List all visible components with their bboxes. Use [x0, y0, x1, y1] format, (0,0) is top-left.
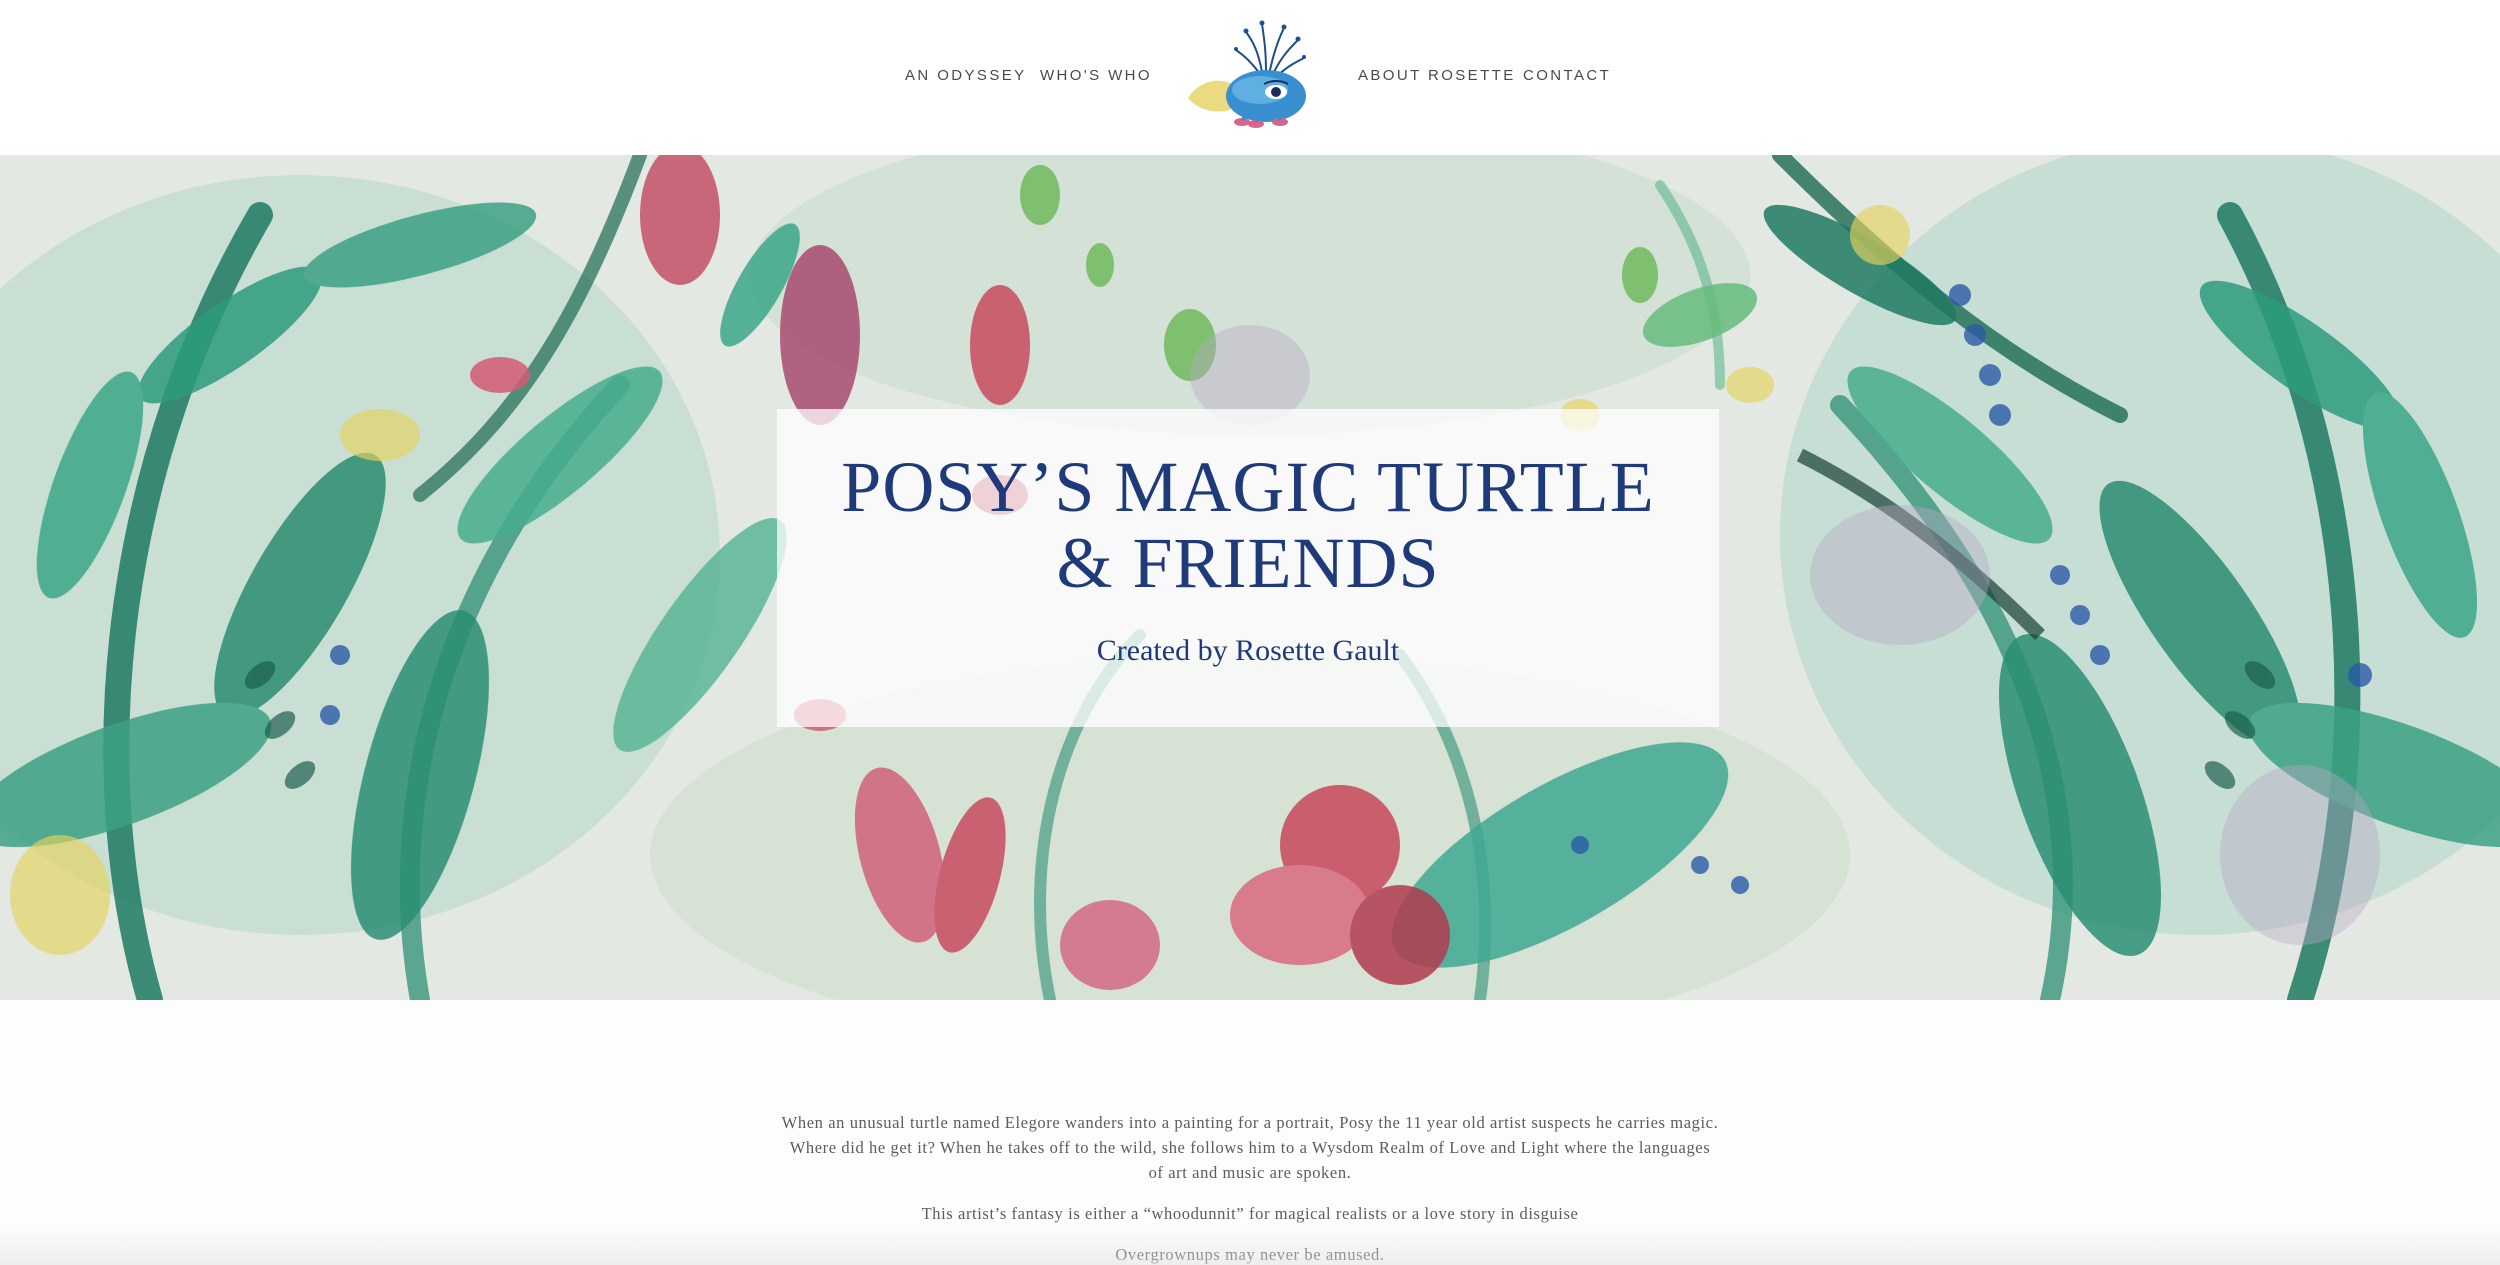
hero-banner: POSY’S MAGIC TURTLE & FRIENDS Created by… — [0, 155, 2500, 1000]
intro-paragraph-1: When an unusual turtle named Elegore wan… — [781, 1113, 1719, 1182]
hero-title-line2: & FRIENDS — [1056, 523, 1440, 603]
hero-title-card: POSY’S MAGIC TURTLE & FRIENDS Created by… — [777, 409, 1719, 727]
nav-link-whos-who[interactable]: WHO'S WHO — [1040, 66, 1152, 86]
intro-text: When an unusual turtle named Elegore wan… — [780, 1110, 1720, 1265]
intro-paragraph-2: This artist’s fantasy is either a “whood… — [921, 1204, 1579, 1223]
site-header: AN ODYSSEY WHO'S WHO ABOUT ROSETTE CONTA… — [0, 0, 2500, 155]
page: AN ODYSSEY WHO'S WHO ABOUT ROSETTE CONTA… — [0, 0, 2500, 1265]
turtle-creature-logo-icon[interactable] — [1180, 10, 1320, 135]
intro-paragraph-3: Overgrownups may never be amused. — [1115, 1245, 1385, 1264]
nav-link-about-rosette[interactable]: ABOUT ROSETTE — [1358, 66, 1516, 86]
hero-title: POSY’S MAGIC TURTLE & FRIENDS — [777, 449, 1719, 601]
nav-link-an-odyssey[interactable]: AN ODYSSEY — [905, 66, 1027, 86]
hero-title-line1: POSY’S MAGIC TURTLE — [841, 447, 1655, 527]
nav-link-contact[interactable]: CONTACT — [1523, 66, 1611, 86]
hero-subtitle: Created by Rosette Gault — [1096, 634, 1400, 667]
